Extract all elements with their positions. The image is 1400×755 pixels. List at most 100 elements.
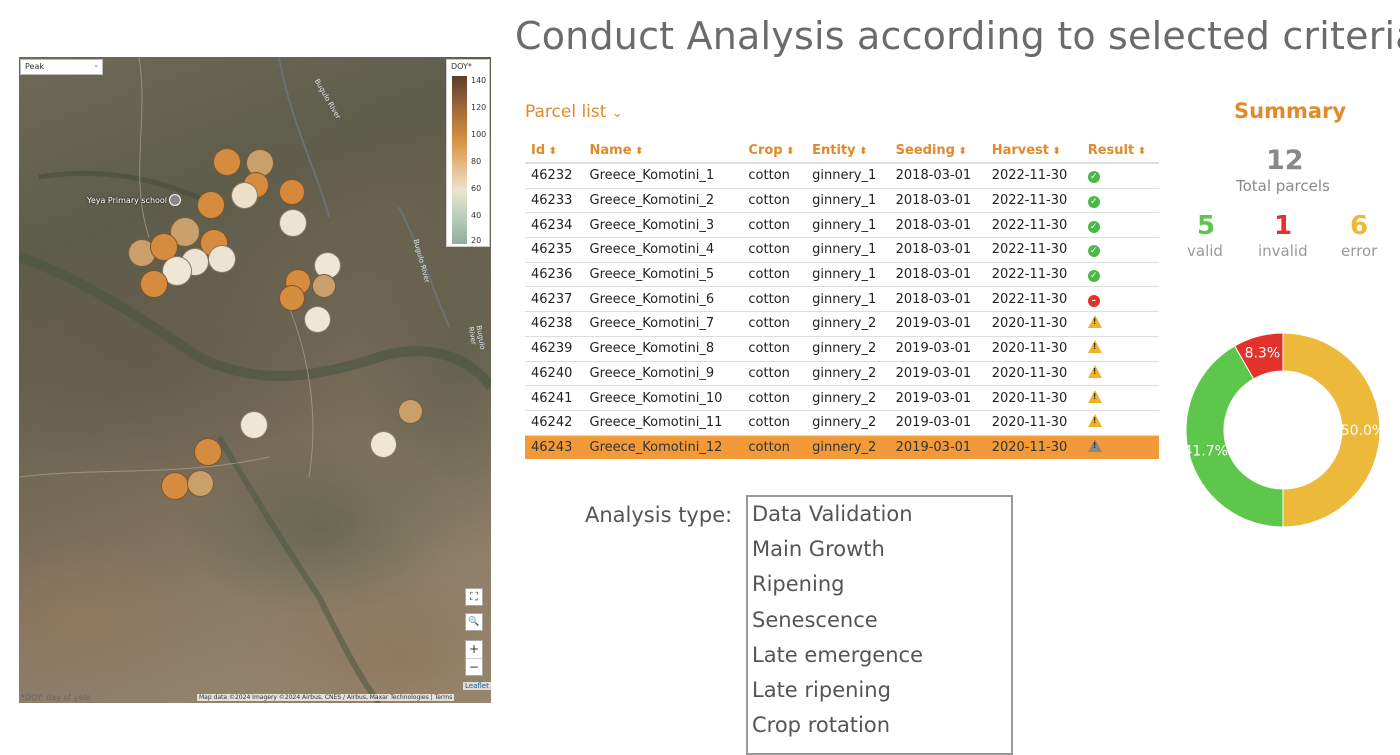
check-circle-icon: ✓ [1087, 220, 1100, 233]
column-header-harvest[interactable]: Harvest ⬍ [985, 138, 1082, 164]
table-row[interactable]: 46234 Greece_Komotini_3 cotton ginnery_1 201… [525, 212, 1159, 239]
cell-seeding: 2019-03-01 [889, 361, 986, 387]
parcel-marker[interactable] [304, 306, 331, 333]
cell-seeding: 2019-03-01 [889, 435, 986, 460]
table-row[interactable]: 46238 Greece_Komotini_7 cotton ginnery_2 201… [525, 311, 1159, 337]
cell-entity: ginnery_1 [806, 286, 890, 313]
table-row[interactable]: 46240 Greece_Komotini_9 cotton ginnery_2 201… [525, 361, 1159, 387]
parcel-marker[interactable] [208, 245, 236, 273]
map-attribution: Map data ©2024 Imagery ©2024 Airbus, CNE… [197, 694, 455, 701]
cell-id: 46233 [525, 188, 584, 214]
analysis-option[interactable]: Late ripening [748, 673, 1011, 708]
sort-icon: ⬍ [782, 145, 795, 157]
cell-id: 46242 [525, 410, 584, 436]
parcel-marker[interactable] [240, 411, 268, 439]
result-cell: ! [1081, 385, 1159, 411]
table-row[interactable]: 46241 Greece_Komotini_10 cotton ginnery_2 20… [525, 385, 1159, 411]
legend-tick: 20 [471, 236, 482, 245]
cell-crop: cotton [742, 286, 807, 313]
cell-crop: cotton [742, 212, 807, 239]
table-row[interactable]: 46236 Greece_Komotini_5 cotton ginnery_1 201… [525, 262, 1159, 288]
check-circle-icon: ✓ [1087, 245, 1100, 258]
analysis-type-label: Analysis type: [585, 503, 733, 527]
cell-entity: ginnery_2 [806, 311, 890, 337]
parcel-marker[interactable] [312, 274, 336, 298]
chevron-down-icon: ⌄ [93, 61, 99, 69]
parcel-marker[interactable] [370, 431, 397, 458]
parcel-marker[interactable] [197, 191, 225, 219]
analysis-option[interactable]: Data Validation [748, 497, 1011, 532]
column-header-label: Id [531, 142, 546, 158]
fullscreen-button[interactable]: ⛶ [465, 588, 483, 606]
parcel-table: Id ⬍ Name ⬍ Crop ⬍ Entity ⬍ Seeding ⬍ Harvest… [525, 138, 1159, 460]
analysis-option[interactable]: Late emergence [748, 638, 1011, 673]
result-cell: – [1081, 286, 1159, 313]
table-row[interactable]: 46232 Greece_Komotini_1 cotton ginnery_1 201… [525, 163, 1159, 189]
cell-harvest: 2022-11-30 [985, 237, 1082, 263]
legend-tick: 80 [471, 157, 482, 166]
cell-name: Greece_Komotini_8 [583, 336, 743, 362]
analysis-type-listbox[interactable]: Data Validation Main Growth Ripening Senesc… [746, 495, 1013, 755]
cell-seeding: 2019-03-01 [889, 311, 986, 337]
parcel-marker[interactable] [279, 285, 305, 311]
parcel-marker[interactable] [213, 148, 241, 176]
map-view[interactable]: Peak ⌄ DOY* 140 120 100 80 60 40 20 Yeya… [19, 57, 491, 703]
parcel-marker[interactable] [398, 399, 423, 424]
column-header-result[interactable]: Result ⬍ [1081, 138, 1159, 164]
column-header-label: Result [1087, 142, 1135, 158]
column-header-name[interactable]: Name ⬍ [583, 138, 743, 164]
column-header-crop[interactable]: Crop ⬍ [742, 138, 807, 164]
table-row[interactable]: 46239 Greece_Komotini_8 cotton ginnery_2 201… [525, 336, 1159, 362]
parcel-marker[interactable] [140, 270, 168, 298]
table-row[interactable]: 46242 Greece_Komotini_11 cotton ginnery_2 20… [525, 410, 1159, 436]
parcel-marker[interactable] [161, 472, 189, 500]
cell-id: 46239 [525, 336, 584, 362]
sort-icon: ⬍ [1134, 145, 1147, 157]
table-row[interactable]: 46233 Greece_Komotini_2 cotton ginnery_1 201… [525, 188, 1159, 214]
cell-seeding: 2019-03-01 [889, 410, 986, 436]
cell-seeding: 2018-03-01 [889, 163, 986, 189]
table-row[interactable]: 46235 Greece_Komotini_4 cotton ginnery_1 201… [525, 237, 1159, 263]
valid-count: 5 [1197, 211, 1216, 241]
legend-tick: 140 [471, 76, 487, 85]
fullscreen-icon: ⛶ [470, 590, 478, 603]
analysis-option[interactable]: Crop rotation [748, 708, 1011, 743]
parcel-marker[interactable] [194, 438, 222, 466]
donut-label-error: 50.0% [1341, 423, 1381, 439]
analysis-option[interactable]: Main Growth [748, 532, 1011, 567]
zoom-in-button[interactable]: + [466, 641, 482, 659]
table-row[interactable]: 46237 Greece_Komotini_6 cotton ginnery_1 201… [525, 286, 1159, 313]
cell-name: Greece_Komotini_3 [583, 212, 743, 239]
analysis-option[interactable]: Ripening [748, 567, 1011, 602]
parcel-marker[interactable] [279, 209, 307, 237]
parcel-marker[interactable] [279, 179, 305, 205]
result-cell: ! [1081, 410, 1159, 436]
analysis-option[interactable]: Senescence [748, 603, 1011, 638]
cell-crop: cotton [742, 336, 807, 362]
parcel-list-toggle[interactable]: Parcel list ⌄ [525, 102, 623, 122]
cell-id: 46232 [525, 163, 584, 189]
warning-icon: ! [1087, 340, 1102, 354]
sort-icon: ⬍ [855, 145, 868, 157]
cell-entity: ginnery_1 [806, 237, 890, 263]
invalid-label: invalid [1258, 242, 1308, 260]
place-label: Yeya Primary school [87, 196, 168, 205]
parcel-marker[interactable] [187, 470, 214, 497]
column-header-seeding[interactable]: Seeding ⬍ [889, 138, 986, 164]
cell-id: 46236 [525, 262, 584, 288]
valid-label: valid [1187, 242, 1223, 260]
table-row[interactable]: 46243 Greece_Komotini_12 cotton ginnery_2 20… [525, 435, 1159, 460]
cell-harvest: 2020-11-30 [985, 311, 1082, 337]
cell-entity: ginnery_1 [806, 163, 890, 189]
column-header-id[interactable]: Id ⬍ [525, 138, 584, 164]
cell-id: 46240 [525, 361, 584, 387]
cell-seeding: 2019-03-01 [889, 385, 986, 411]
map-search-button[interactable]: 🔍 [465, 613, 483, 631]
zoom-out-button[interactable]: − [466, 659, 482, 676]
parcel-marker[interactable] [231, 182, 258, 209]
cell-harvest: 2022-11-30 [985, 163, 1082, 189]
layer-select[interactable]: Peak ⌄ [20, 59, 103, 75]
leaflet-link[interactable]: Leaflet [463, 682, 491, 690]
column-header-entity[interactable]: Entity ⬍ [806, 138, 890, 164]
total-parcels-count: 12 [1266, 145, 1304, 176]
